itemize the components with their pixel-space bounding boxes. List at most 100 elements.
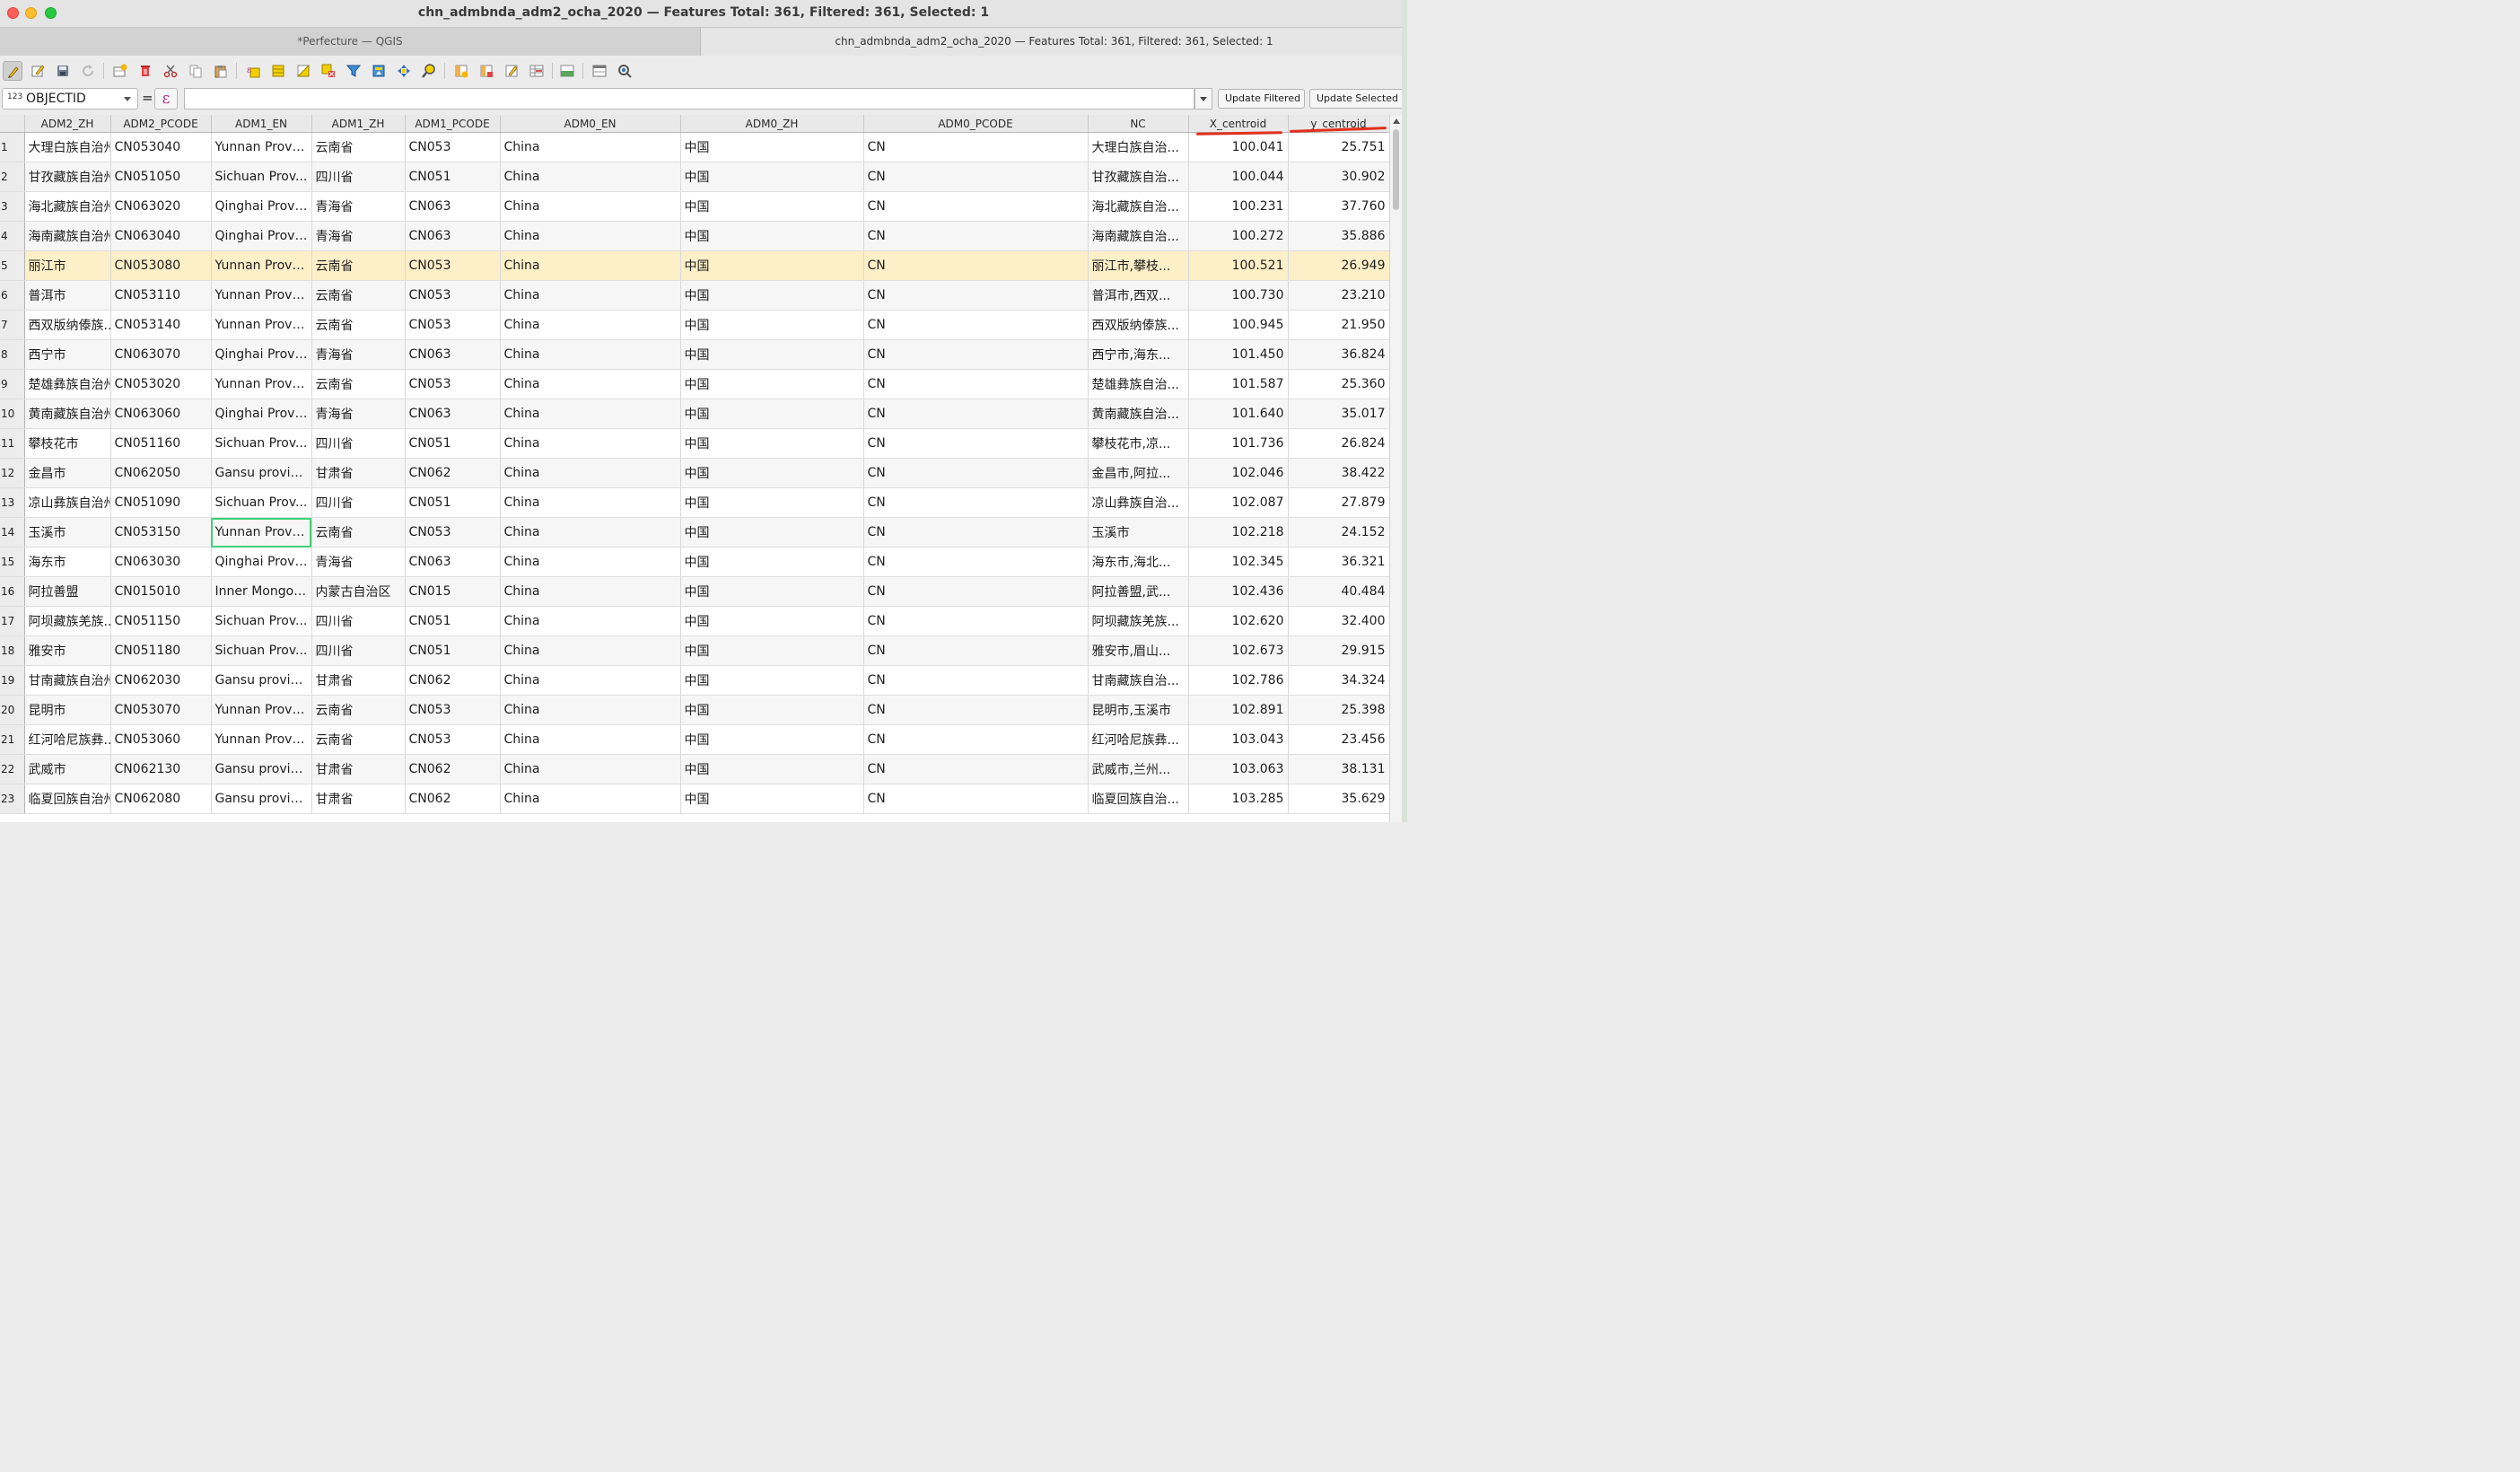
row-number-cell[interactable]: 19 (0, 665, 25, 696)
cell-adm2-zh[interactable]: 甘孜藏族自治州 (24, 162, 111, 192)
cell-adm0-zh[interactable]: 中国 (680, 665, 864, 696)
cell-adm1-pcode[interactable]: CN063 (405, 191, 501, 222)
row-number-header[interactable] (0, 115, 25, 133)
cell-adm0-zh[interactable]: 中国 (680, 369, 864, 399)
move-selection-top-button[interactable] (369, 61, 389, 81)
cell-adm0-pcode[interactable]: CN (863, 695, 1089, 725)
cell-adm0-en[interactable]: China (500, 487, 681, 518)
cell-adm1-zh[interactable]: 四川省 (311, 162, 406, 192)
cell-adm2-zh[interactable]: 西双版纳傣族... (24, 310, 111, 340)
row-number-cell[interactable]: 6 (0, 280, 25, 311)
table-row[interactable]: 7 西双版纳傣族... CN053140 Yunnan Provi... 云南省 CN05… (0, 310, 1389, 340)
cell-adm1-zh[interactable]: 青海省 (311, 191, 406, 222)
cell-y-centroid[interactable]: 37.760 (1288, 191, 1389, 222)
cell-nc[interactable]: 武威市,兰州... (1088, 754, 1189, 784)
cell-adm2-pcode[interactable]: CN015010 (110, 576, 212, 607)
cell-nc[interactable]: 昆明市,玉溪市 (1088, 695, 1189, 725)
cell-adm0-en[interactable]: China (500, 221, 681, 251)
cell-adm0-zh[interactable]: 中国 (680, 517, 864, 548)
cell-adm2-zh[interactable]: 普洱市 (24, 280, 111, 311)
table-row[interactable]: 9 楚雄彝族自治州 CN053020 Yunnan Provi... 云南省 CN053 C… (0, 369, 1389, 399)
cell-adm0-pcode[interactable]: CN (863, 754, 1089, 784)
cell-nc[interactable]: 大理白族自治... (1088, 132, 1189, 162)
cell-adm2-pcode[interactable]: CN063030 (110, 547, 212, 577)
cell-adm0-pcode[interactable]: CN (863, 635, 1089, 666)
cell-adm1-en[interactable]: Yunnan Provi... (211, 517, 312, 548)
new-field-button[interactable] (451, 61, 471, 81)
cell-adm0-zh[interactable]: 中国 (680, 221, 864, 251)
row-number-cell[interactable]: 12 (0, 458, 25, 488)
row-number-cell[interactable]: 22 (0, 754, 25, 784)
cell-adm0-pcode[interactable]: CN (863, 221, 1089, 251)
row-number-cell[interactable]: 18 (0, 635, 25, 666)
field-calculator-button[interactable] (502, 61, 521, 81)
cell-adm1-en[interactable]: Qinghai Provi... (211, 547, 312, 577)
cell-adm1-pcode[interactable]: CN051 (405, 606, 501, 636)
select-all-button[interactable] (268, 61, 288, 81)
cut-button[interactable] (161, 61, 180, 81)
cell-nc[interactable]: 凉山彝族自治... (1088, 487, 1189, 518)
cell-y-centroid[interactable]: 26.949 (1288, 250, 1389, 281)
cell-adm1-en[interactable]: Sichuan Prov... (211, 428, 312, 459)
cell-y-centroid[interactable]: 26.824 (1288, 428, 1389, 459)
cell-adm1-zh[interactable]: 甘肃省 (311, 665, 406, 696)
cell-x-centroid[interactable]: 101.736 (1188, 428, 1289, 459)
cell-adm0-pcode[interactable]: CN (863, 665, 1089, 696)
cell-adm0-en[interactable]: China (500, 576, 681, 607)
cell-adm1-zh[interactable]: 青海省 (311, 339, 406, 370)
cell-adm1-en[interactable]: Yunnan Provi... (211, 280, 312, 311)
expression-input[interactable] (184, 88, 1194, 110)
cell-adm2-zh[interactable]: 临夏回族自治州 (24, 784, 111, 814)
cell-adm0-pcode[interactable]: CN (863, 250, 1089, 281)
cell-y-centroid[interactable]: 21.950 (1288, 310, 1389, 340)
cell-nc[interactable]: 海东市,海北... (1088, 547, 1189, 577)
cell-adm0-en[interactable]: China (500, 547, 681, 577)
cell-adm0-zh[interactable]: 中国 (680, 191, 864, 222)
cell-adm2-zh[interactable]: 玉溪市 (24, 517, 111, 548)
cell-adm2-pcode[interactable]: CN063040 (110, 221, 212, 251)
cell-adm0-pcode[interactable]: CN (863, 458, 1089, 488)
cell-adm0-en[interactable]: China (500, 635, 681, 666)
column-header-adm1-en[interactable]: ADM1_EN (211, 115, 312, 133)
cell-adm0-zh[interactable]: 中国 (680, 458, 864, 488)
cell-adm2-zh[interactable]: 西宁市 (24, 339, 111, 370)
cell-adm0-zh[interactable]: 中国 (680, 576, 864, 607)
cell-adm1-en[interactable]: Inner Mongoli... (211, 576, 312, 607)
table-row[interactable]: 4 海南藏族自治州 CN063040 Qinghai Provi... 青海省 CN063… (0, 221, 1389, 251)
table-row[interactable]: 12 金昌市 CN062050 Gansu provin... 甘肃省 CN062 Chin… (0, 458, 1389, 488)
cell-x-centroid[interactable]: 102.786 (1188, 665, 1289, 696)
cell-nc[interactable]: 阿拉善盟,武... (1088, 576, 1189, 607)
cell-nc[interactable]: 黄南藏族自治... (1088, 399, 1189, 429)
cell-adm1-pcode[interactable]: CN015 (405, 576, 501, 607)
column-header-adm0-en[interactable]: ADM0_EN (500, 115, 681, 133)
cell-adm1-en[interactable]: Sichuan Prov... (211, 635, 312, 666)
cell-adm0-pcode[interactable]: CN (863, 280, 1089, 311)
cell-adm1-en[interactable]: Yunnan Provi... (211, 250, 312, 281)
cell-nc[interactable]: 玉溪市 (1088, 517, 1189, 548)
cell-adm2-pcode[interactable]: CN053150 (110, 517, 212, 548)
table-row[interactable]: 8 西宁市 CN063070 Qinghai Provi... 青海省 CN063 Chin… (0, 339, 1389, 370)
cell-adm1-pcode[interactable]: CN062 (405, 754, 501, 784)
cell-adm0-zh[interactable]: 中国 (680, 162, 864, 192)
cell-adm1-zh[interactable]: 云南省 (311, 280, 406, 311)
cell-adm1-pcode[interactable]: CN053 (405, 132, 501, 162)
row-number-cell[interactable]: 3 (0, 191, 25, 222)
cell-adm2-pcode[interactable]: CN053140 (110, 310, 212, 340)
cell-adm1-zh[interactable]: 四川省 (311, 428, 406, 459)
table-row[interactable]: 17 阿坝藏族羌族... CN051150 Sichuan Prov... 四川省 CN0… (0, 606, 1389, 636)
cell-adm0-en[interactable]: China (500, 665, 681, 696)
column-header-adm0-pcode[interactable]: ADM0_PCODE (863, 115, 1089, 133)
row-number-cell[interactable]: 21 (0, 724, 25, 755)
cell-adm1-pcode[interactable]: CN063 (405, 221, 501, 251)
cell-adm2-zh[interactable]: 凉山彝族自治州 (24, 487, 111, 518)
cell-adm0-pcode[interactable]: CN (863, 310, 1089, 340)
cell-adm0-en[interactable]: China (500, 458, 681, 488)
table-row[interactable]: 18 雅安市 CN051180 Sichuan Prov... 四川省 CN051 Chin… (0, 635, 1389, 666)
cell-adm1-pcode[interactable]: CN051 (405, 428, 501, 459)
cell-adm2-zh[interactable]: 甘南藏族自治州 (24, 665, 111, 696)
cell-adm0-pcode[interactable]: CN (863, 132, 1089, 162)
table-row[interactable]: 19 甘南藏族自治州 CN062030 Gansu provin... 甘肃省 CN062… (0, 665, 1389, 696)
cell-y-centroid[interactable]: 32.400 (1288, 606, 1389, 636)
cell-adm1-en[interactable]: Sichuan Prov... (211, 162, 312, 192)
deselect-all-button[interactable] (319, 61, 338, 81)
